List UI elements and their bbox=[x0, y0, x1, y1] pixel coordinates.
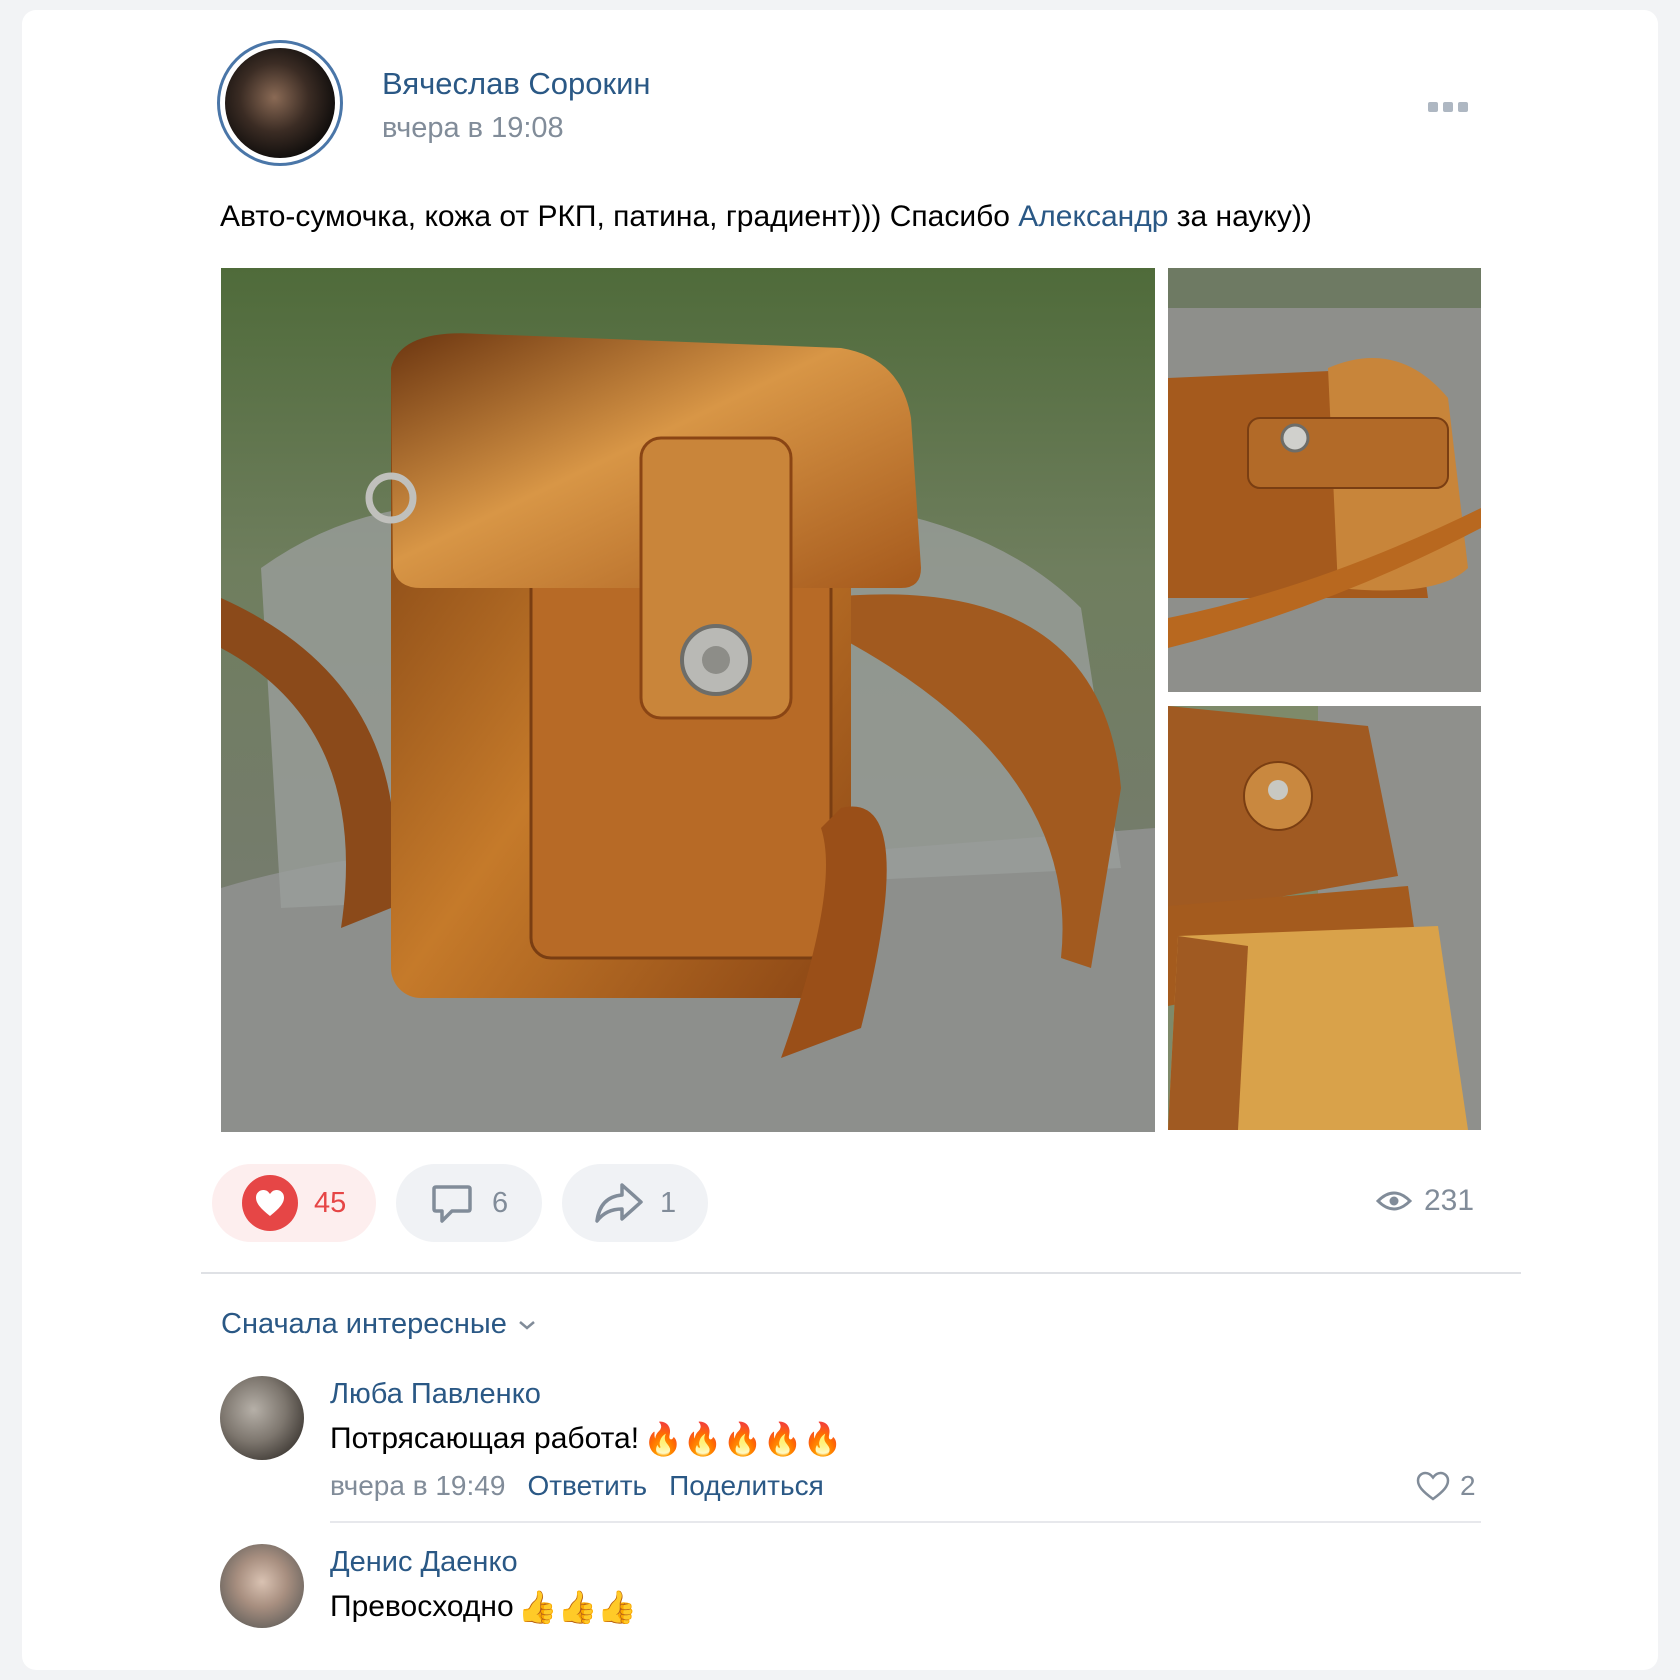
post-photo-main[interactable] bbox=[221, 268, 1155, 1132]
more-options-icon[interactable] bbox=[1428, 96, 1474, 118]
post-time[interactable]: вчера в 19:08 bbox=[382, 112, 564, 145]
share-comment-button[interactable]: Поделиться bbox=[669, 1470, 824, 1502]
comments-sort-dropdown[interactable]: Сначала интересные bbox=[221, 1308, 537, 1341]
post-photo-side[interactable] bbox=[1168, 268, 1481, 692]
comment-time[interactable]: вчера в 19:49 bbox=[330, 1470, 505, 1502]
comment-author[interactable]: Денис Даенко bbox=[330, 1546, 518, 1579]
share-icon bbox=[595, 1183, 643, 1223]
author-avatar-image bbox=[225, 48, 335, 158]
comment-divider bbox=[330, 1521, 1481, 1523]
comment-avatar[interactable] bbox=[220, 1544, 304, 1628]
views-count: 231 bbox=[1424, 1184, 1475, 1217]
comment-body: Превосходно bbox=[330, 1590, 514, 1623]
author-avatar[interactable] bbox=[217, 40, 343, 166]
like-count: 45 bbox=[314, 1186, 347, 1219]
comment-text: Превосходно 👍👍👍 bbox=[330, 1588, 637, 1626]
comment-like-button[interactable]: 2 bbox=[1416, 1470, 1476, 1502]
heart-outline-icon bbox=[1416, 1471, 1450, 1501]
post-text-end: за науку)) bbox=[1168, 200, 1312, 233]
comment-meta: вчера в 19:49 Ответить Поделиться bbox=[330, 1470, 824, 1502]
comment-icon bbox=[432, 1185, 472, 1223]
post-photo-open[interactable] bbox=[1168, 706, 1481, 1130]
author-name[interactable]: Вячеслав Сорокин bbox=[382, 66, 651, 102]
comment-body: Потрясающая работа! bbox=[330, 1422, 640, 1455]
mention-link[interactable]: Александр bbox=[1018, 200, 1168, 233]
like-button[interactable]: 45 bbox=[212, 1164, 376, 1242]
post-text: Авто-сумочка, кожа от РКП, патина, гради… bbox=[220, 200, 1312, 234]
comment-author[interactable]: Люба Павленко bbox=[330, 1378, 541, 1411]
chevron-down-icon bbox=[519, 1320, 535, 1330]
comment-button[interactable]: 6 bbox=[396, 1164, 542, 1242]
comments-divider bbox=[201, 1272, 1521, 1274]
share-button[interactable]: 1 bbox=[562, 1164, 708, 1242]
comment-text: Потрясающая работа! 🔥🔥🔥🔥🔥 bbox=[330, 1420, 842, 1458]
heart-icon bbox=[242, 1175, 298, 1231]
post-text-start: Авто-сумочка, кожа от РКП, патина, гради… bbox=[220, 200, 1019, 233]
thumbs-up-emoji: 👍👍👍 bbox=[517, 1589, 638, 1625]
comment-count: 6 bbox=[492, 1186, 509, 1219]
reply-button[interactable]: Ответить bbox=[527, 1470, 647, 1502]
comments-sort-label: Сначала интересные bbox=[221, 1308, 507, 1340]
comment-like-count: 2 bbox=[1460, 1470, 1476, 1501]
views-counter: 231 bbox=[1376, 1184, 1474, 1218]
share-count: 1 bbox=[660, 1186, 677, 1219]
eye-icon bbox=[1376, 1191, 1412, 1211]
comment-avatar[interactable] bbox=[220, 1376, 304, 1460]
fire-emoji: 🔥🔥🔥🔥🔥 bbox=[643, 1421, 843, 1457]
